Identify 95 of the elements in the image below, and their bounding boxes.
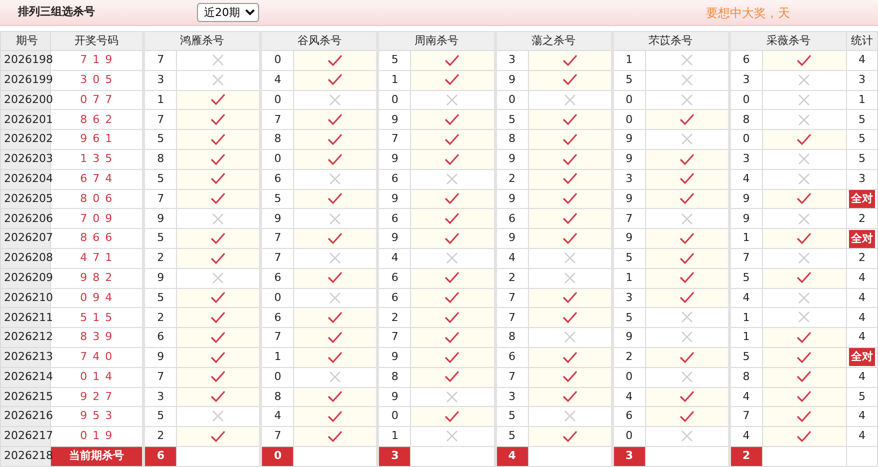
column-header: 周南杀号 <box>378 32 496 50</box>
column-header: 鸿雁杀号 <box>144 32 261 50</box>
kill-digit: 0 <box>378 90 411 110</box>
kill-digit: 3 <box>144 70 177 90</box>
column-header: 统计 <box>846 32 878 50</box>
kill-digit: 3 <box>729 70 762 90</box>
column-header: 采薇杀号 <box>729 32 846 50</box>
period-cell: 2026213 <box>0 347 51 368</box>
current-kill-digit: 6 <box>144 446 177 466</box>
stat-count: 4 <box>846 426 878 446</box>
stat-count: 4 <box>846 50 878 70</box>
period-cell: 2026206 <box>0 208 51 229</box>
kill-digit: 0 <box>260 90 294 110</box>
column-header: 芣苡杀号 <box>612 32 730 50</box>
period-cell: 2026209 <box>0 268 51 288</box>
kill-digit: 0 <box>495 90 528 110</box>
period-cell: 2026204 <box>0 169 51 190</box>
period-cell: 2026215 <box>0 387 51 407</box>
period-cell: 2026216 <box>0 406 51 427</box>
kill-digit: 0 <box>612 367 646 388</box>
kill-digit: 8 <box>729 110 762 130</box>
period-cell: 2026211 <box>0 308 51 328</box>
stat-count: 4 <box>846 328 878 348</box>
stat-count: 5 <box>846 149 878 170</box>
stat-count: 2 <box>846 208 878 229</box>
kill-digit: 9 <box>378 387 411 407</box>
kill-digit: 2 <box>495 268 528 288</box>
stat-count: 4 <box>846 367 878 388</box>
kill-digit: 9 <box>144 268 177 288</box>
kill-digit: 9 <box>612 328 646 348</box>
period-cell: 2026200 <box>0 90 51 110</box>
kill-digit: 5 <box>495 406 528 427</box>
period-cell: 2026212 <box>0 328 51 348</box>
stat-count: 4 <box>846 288 878 308</box>
all-correct-badge: 全对 <box>848 348 875 366</box>
period-cell: 2026210 <box>0 288 51 308</box>
kill-digit: 0 <box>260 288 294 308</box>
stat-count: 5 <box>846 387 878 407</box>
current-kill-digit: 3 <box>612 446 646 466</box>
stat-count: 1 <box>846 90 878 110</box>
column-header: 期号 <box>0 32 51 50</box>
kill-digit: 3 <box>729 149 762 170</box>
kill-digit: 7 <box>729 248 762 268</box>
period-select[interactable]: 近20期 <box>197 3 259 22</box>
current-kill-digit: 0 <box>260 446 294 466</box>
kill-digit: 6 <box>378 169 411 190</box>
period-cell: 2026198 <box>0 50 51 70</box>
stat-count: 5 <box>846 130 878 150</box>
all-correct-badge: 全对 <box>848 190 875 208</box>
kill-digit: 5 <box>612 308 646 328</box>
stat-count: 4 <box>846 308 878 328</box>
kill-digit: 1 <box>612 50 646 70</box>
kill-digit: 7 <box>144 50 177 70</box>
all-correct-badge: 全对 <box>848 230 875 248</box>
stat-count: 4 <box>846 406 878 427</box>
column-header: 谷风杀号 <box>260 32 378 50</box>
kill-digit: 9 <box>144 208 177 229</box>
stat-count: 3 <box>846 169 878 190</box>
period-cell: 2026203 <box>0 149 51 170</box>
page-title: 排列三组选杀号 <box>18 4 96 20</box>
stat-count: 5 <box>846 110 878 130</box>
kill-digit: 4 <box>729 288 762 308</box>
kill-digit: 0 <box>612 90 646 110</box>
kill-digit: 4 <box>495 248 528 268</box>
kill-digit: 9 <box>260 208 294 229</box>
period-cell: 2026205 <box>0 189 51 209</box>
kill-digit: 8 <box>495 328 528 348</box>
current-kill-digit: 4 <box>495 446 528 466</box>
kill-digit: 1 <box>729 308 762 328</box>
kill-digit: 4 <box>729 169 762 190</box>
kill-digit: 0 <box>260 367 294 388</box>
period-cell: 2026199 <box>0 70 51 90</box>
period-cell: 2026202 <box>0 130 51 150</box>
kill-digit: 9 <box>729 208 762 229</box>
kill-digit: 7 <box>612 208 646 229</box>
current-kill-digit: 2 <box>729 446 762 466</box>
stat-count: 3 <box>846 70 878 90</box>
period-cell: 2026208 <box>0 248 51 268</box>
kill-digit: 7 <box>260 248 294 268</box>
kill-digit: 4 <box>378 248 411 268</box>
period-cell: 2026214 <box>0 367 51 388</box>
current-kill-digit: 3 <box>378 446 411 466</box>
kill-digit: 9 <box>612 130 646 150</box>
period-cell: 2026207 <box>0 228 51 248</box>
kill-digit: 6 <box>260 169 294 190</box>
period-cell: 2026201 <box>0 110 51 130</box>
stat-count: 4 <box>846 268 878 288</box>
period-cell: 2026217 <box>0 426 51 446</box>
kill-digit: 5 <box>612 70 646 90</box>
column-header: 开奖号码 <box>50 32 144 50</box>
slogan-text: 要想中大奖，天 <box>706 4 791 22</box>
column-header: 蕩之杀号 <box>495 32 612 50</box>
stat-count: 2 <box>846 248 878 268</box>
kill-digit: 5 <box>144 406 177 427</box>
kill-digit: 0 <box>729 90 762 110</box>
